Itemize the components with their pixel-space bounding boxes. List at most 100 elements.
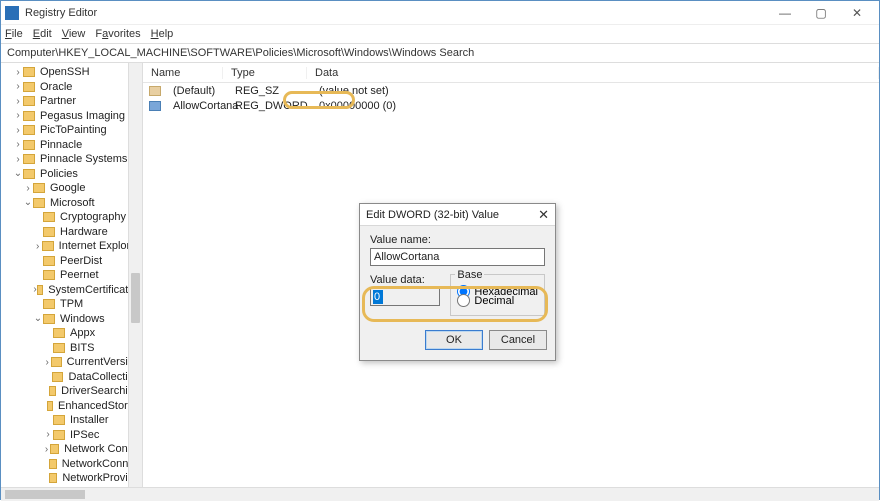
minimize-button[interactable]: —	[767, 2, 803, 24]
col-header-type[interactable]: Type	[223, 67, 307, 79]
tree-item[interactable]: Appx	[1, 326, 142, 341]
scrollbar-thumb[interactable]	[131, 273, 140, 323]
tree-item[interactable]: › PicToPainting	[1, 123, 142, 138]
value-data-label: Value data:	[370, 274, 440, 286]
list-row[interactable]: (Default)REG_SZ(value not set)	[143, 83, 879, 98]
folder-icon	[43, 270, 55, 280]
tree-item[interactable]: NetworkConnec	[1, 457, 142, 472]
folder-icon	[33, 198, 45, 208]
tree-item-label: PicToPainting	[38, 124, 109, 136]
menu-view[interactable]: View	[62, 28, 86, 40]
maximize-button[interactable]: ▢	[803, 2, 839, 24]
horizontal-scrollbar[interactable]	[5, 490, 875, 499]
tree-item-label: Pegasus Imaging	[38, 110, 127, 122]
tree-item[interactable]: ⌄Microsoft	[1, 196, 142, 211]
dialog-close-icon[interactable]: ✕	[538, 207, 549, 223]
chevron-right-icon[interactable]: ›	[43, 429, 53, 440]
address-bar[interactable]: Computer\HKEY_LOCAL_MACHINE\SOFTWARE\Pol…	[1, 43, 879, 63]
tree-item[interactable]: ›Oracle	[1, 80, 142, 95]
folder-icon	[23, 140, 35, 150]
tree-item[interactable]: ›SystemCertificates	[1, 283, 142, 298]
tree-item[interactable]: Installer	[1, 413, 142, 428]
tree-item[interactable]: TPM	[1, 297, 142, 312]
folder-icon	[52, 372, 63, 382]
dialog-titlebar: Edit DWORD (32-bit) Value ✕	[360, 204, 555, 226]
menu-file[interactable]: File	[5, 28, 23, 40]
tree-item[interactable]: ›CurrentVersion	[1, 355, 142, 370]
chevron-down-icon[interactable]: ⌄	[23, 197, 33, 208]
chevron-right-icon[interactable]: ›	[13, 139, 23, 150]
list-header: Name Type Data	[143, 63, 879, 83]
ok-button[interactable]: OK	[425, 330, 483, 350]
base-legend: Base	[455, 269, 484, 281]
folder-icon	[51, 357, 61, 367]
tree-item[interactable]: ⌄Policies	[1, 167, 142, 182]
cell-data: 0x00000000 (0)	[311, 100, 404, 112]
chevron-right-icon[interactable]: ›	[23, 183, 33, 194]
tree-item[interactable]: PeerDist	[1, 254, 142, 269]
tree-item-label: BITS	[68, 342, 96, 354]
tree-item[interactable]: ›OpenSSH	[1, 65, 142, 80]
cancel-button[interactable]: Cancel	[489, 330, 547, 350]
tree-scrollbar[interactable]	[128, 63, 142, 487]
tree-item[interactable]: › Pegasus Imaging	[1, 109, 142, 124]
close-button[interactable]: ✕	[839, 2, 875, 24]
folder-icon	[23, 111, 35, 121]
tree-item[interactable]: ⌄Windows	[1, 312, 142, 327]
tree-item[interactable]: NetworkProvide	[1, 471, 142, 486]
folder-icon	[50, 444, 59, 454]
tree-item[interactable]: Peernet	[1, 268, 142, 283]
chevron-right-icon[interactable]: ›	[13, 67, 23, 78]
radio-decimal[interactable]	[457, 294, 470, 307]
chevron-down-icon[interactable]: ⌄	[33, 313, 43, 324]
folder-icon	[23, 96, 35, 106]
chevron-right-icon[interactable]: ›	[13, 81, 23, 92]
value-name-input[interactable]	[370, 248, 545, 266]
menu-favorites[interactable]: Favorites	[95, 28, 140, 40]
folder-icon	[49, 473, 57, 483]
list-row[interactable]: AllowCortanaREG_DWORD0x00000000 (0)	[143, 98, 879, 113]
chevron-right-icon[interactable]: ›	[43, 357, 51, 368]
folder-icon	[23, 67, 35, 77]
tree-item[interactable]: Cryptography	[1, 210, 142, 225]
string-icon	[149, 86, 161, 96]
chevron-down-icon[interactable]: ⌄	[13, 168, 23, 179]
cell-type: REG_DWORD	[227, 100, 311, 112]
folder-icon	[43, 256, 55, 266]
folder-icon	[53, 430, 65, 440]
chevron-right-icon[interactable]: ›	[13, 125, 23, 136]
tree-item[interactable]: › Google	[1, 181, 142, 196]
col-header-data[interactable]: Data	[307, 67, 879, 79]
tree-item[interactable]: ›safer	[1, 486, 142, 488]
tree-item[interactable]: ›Partner	[1, 94, 142, 109]
folder-icon	[42, 241, 53, 251]
h-scroll-thumb[interactable]	[5, 490, 85, 499]
value-name-label: Value name:	[370, 234, 545, 246]
folder-icon	[23, 169, 35, 179]
tree-item[interactable]: ›Network Conne	[1, 442, 142, 457]
tree-item[interactable]: ›Pinnacle	[1, 138, 142, 153]
tree-pane[interactable]: ›OpenSSH›Oracle›Partner›Pegasus Imaging›…	[1, 63, 143, 487]
folder-icon	[53, 343, 65, 353]
tree-item[interactable]: ›IPSec	[1, 428, 142, 443]
tree-item[interactable]: DriverSearching	[1, 384, 142, 399]
chevron-right-icon[interactable]: ›	[13, 96, 23, 107]
cell-type: REG_SZ	[227, 85, 311, 97]
menu-help[interactable]: Help	[151, 28, 174, 40]
cell-data: (value not set)	[311, 85, 397, 97]
tree-item[interactable]: ›Internet Explorer	[1, 239, 142, 254]
chevron-right-icon[interactable]: ›	[43, 444, 50, 455]
folder-icon	[49, 459, 57, 469]
menu-edit[interactable]: Edit	[33, 28, 52, 40]
chevron-right-icon[interactable]: ›	[13, 110, 23, 121]
tree-item[interactable]: Hardware	[1, 225, 142, 240]
tree-item[interactable]: BITS	[1, 341, 142, 356]
tree-item[interactable]: DataCollection	[1, 370, 142, 385]
tree-item[interactable]: ›Pinnacle Systems	[1, 152, 142, 167]
chevron-right-icon[interactable]: ›	[33, 241, 42, 252]
chevron-right-icon[interactable]: ›	[13, 154, 23, 165]
tree-item[interactable]: EnhancedStorag	[1, 399, 142, 414]
value-data-input[interactable]	[370, 288, 440, 306]
tree-item-label: Google	[48, 182, 87, 194]
col-header-name[interactable]: Name	[143, 67, 223, 79]
